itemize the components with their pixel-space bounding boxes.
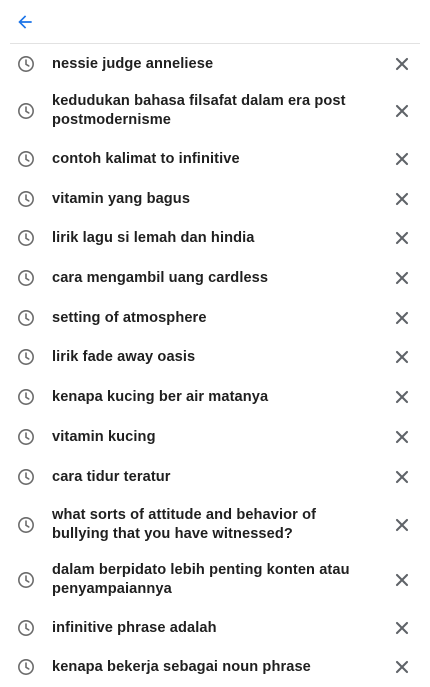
- clock-icon-svg: [18, 310, 34, 326]
- history-item-label: cara tidur teratur: [52, 468, 171, 485]
- clock-icon: [16, 101, 36, 121]
- close-icon: [395, 470, 409, 484]
- close-icon: [395, 350, 409, 364]
- clock-icon: [16, 467, 36, 487]
- remove-history-button[interactable]: [392, 618, 412, 638]
- clock-icon: [16, 387, 36, 407]
- clock-icon: [16, 268, 36, 288]
- close-icon: [395, 104, 409, 118]
- history-item-label: kenapa kucing ber air matanya: [52, 388, 269, 405]
- remove-history-button[interactable]: [392, 515, 412, 535]
- clock-icon: [16, 228, 36, 248]
- history-item[interactable]: contoh kalimat to infinitive: [0, 139, 430, 179]
- clock-icon-svg: [18, 151, 34, 167]
- clock-icon: [16, 308, 36, 328]
- history-item[interactable]: kenapa bekerja sebagai noun phrase: [0, 647, 430, 687]
- close-icon: [395, 430, 409, 444]
- remove-history-button[interactable]: [392, 657, 412, 677]
- history-item[interactable]: kedudukan bahasa filsafat dalam era post…: [0, 91, 430, 131]
- remove-history-button[interactable]: [392, 570, 412, 590]
- close-icon: [395, 57, 409, 71]
- remove-history-button[interactable]: [392, 228, 412, 248]
- history-item[interactable]: dalam berpidato lebih penting konten ata…: [0, 560, 430, 600]
- arrow-left-icon: [18, 15, 32, 29]
- remove-history-button[interactable]: [392, 427, 412, 447]
- clock-icon-svg: [18, 230, 34, 246]
- history-item-label: nessie judge anneliese: [52, 55, 214, 72]
- history-item[interactable]: vitamin kucing: [0, 417, 430, 457]
- clock-icon-svg: [18, 191, 34, 207]
- clock-icon: [16, 618, 36, 638]
- top-bar: [0, 0, 430, 44]
- history-item-label: dalam berpidato lebih penting konten ata…: [52, 562, 350, 597]
- remove-history-button[interactable]: [392, 308, 412, 328]
- history-item[interactable]: lirik lagu si lemah dan hindia: [0, 218, 430, 258]
- remove-history-button[interactable]: [392, 149, 412, 169]
- clock-icon: [16, 54, 36, 74]
- clock-icon: [16, 347, 36, 367]
- history-item[interactable]: cara mengambil uang cardless: [0, 258, 430, 298]
- clock-icon-svg: [18, 270, 34, 286]
- remove-history-button[interactable]: [392, 54, 412, 74]
- history-item[interactable]: what sorts of attitude and behavior of b…: [0, 505, 430, 545]
- remove-history-button[interactable]: [392, 387, 412, 407]
- history-item-label: lirik lagu si lemah dan hindia: [52, 229, 255, 246]
- remove-history-button[interactable]: [392, 347, 412, 367]
- clock-icon: [16, 657, 36, 677]
- history-item[interactable]: infinitive phrase adalah: [0, 608, 430, 648]
- history-item[interactable]: vitamin yang bagus: [0, 179, 430, 219]
- history-item-label: kedudukan bahasa filsafat dalam era post…: [52, 93, 346, 128]
- history-item-label: kenapa bekerja sebagai noun phrase: [52, 658, 311, 675]
- history-item[interactable]: setting of atmosphere: [0, 298, 430, 338]
- history-item-label: infinitive phrase adalah: [52, 619, 217, 636]
- clock-icon: [16, 189, 36, 209]
- history-item-label: lirik fade away oasis: [52, 348, 196, 365]
- close-icon: [395, 621, 409, 635]
- clock-icon: [16, 427, 36, 447]
- close-icon: [395, 152, 409, 166]
- close-icon: [395, 660, 409, 674]
- clock-icon-svg: [18, 620, 34, 636]
- close-icon: [395, 271, 409, 285]
- clock-icon: [16, 515, 36, 535]
- close-icon: [395, 192, 409, 206]
- remove-history-button[interactable]: [392, 189, 412, 209]
- close-icon: [395, 231, 409, 245]
- history-item-label: vitamin kucing: [52, 428, 156, 445]
- close-icon: [395, 311, 409, 325]
- clock-icon-svg: [18, 429, 34, 445]
- history-item[interactable]: nessie judge anneliese: [0, 44, 430, 84]
- close-icon: [395, 390, 409, 404]
- clock-icon-svg: [18, 572, 34, 588]
- history-item-label: vitamin yang bagus: [52, 190, 191, 207]
- history-item[interactable]: cara tidur teratur: [0, 457, 430, 497]
- clock-icon-svg: [18, 389, 34, 405]
- clock-icon-svg: [18, 56, 34, 72]
- close-icon: [395, 518, 409, 532]
- history-item-label: setting of atmosphere: [52, 309, 207, 326]
- clock-icon-svg: [18, 659, 34, 675]
- clock-icon-svg: [18, 349, 34, 365]
- history-item[interactable]: kenapa kucing ber air matanya: [0, 377, 430, 417]
- clock-icon-svg: [18, 517, 34, 533]
- close-icon: [395, 573, 409, 587]
- remove-history-button[interactable]: [392, 467, 412, 487]
- clock-icon: [16, 570, 36, 590]
- history-item-label: contoh kalimat to infinitive: [52, 150, 240, 167]
- remove-history-button[interactable]: [392, 268, 412, 288]
- history-item-label: what sorts of attitude and behavior of b…: [52, 507, 317, 542]
- remove-history-button[interactable]: [392, 101, 412, 121]
- clock-icon: [16, 149, 36, 169]
- history-item-label: cara mengambil uang cardless: [52, 269, 269, 286]
- back-button[interactable]: [11, 8, 39, 36]
- clock-icon-svg: [18, 469, 34, 485]
- history-item[interactable]: lirik fade away oasis: [0, 337, 430, 377]
- clock-icon-svg: [18, 103, 34, 119]
